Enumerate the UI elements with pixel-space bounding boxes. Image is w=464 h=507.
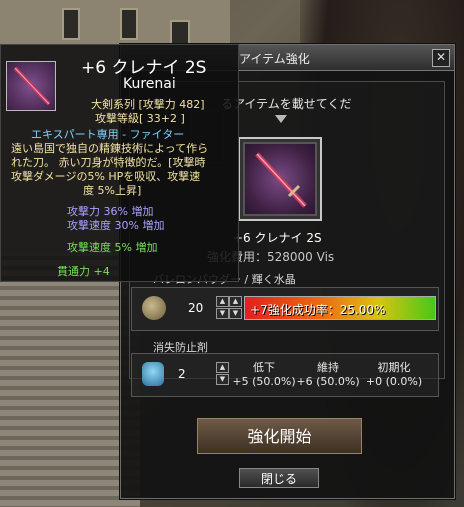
material-up-button-2[interactable]: ▲ (229, 296, 242, 307)
option-reset-value: +0 (0.0%) (365, 375, 423, 388)
material-row: 20 ▲ ▼ ▲ ▼ +7強化成功率：25.00% (131, 287, 439, 331)
tooltip-stat: 攻撃速度 30% 増加 (67, 219, 165, 232)
success-rate-bar: +7強化成功率：25.00% (244, 296, 436, 320)
instruction-text: るアイテムを載せてくだ (221, 97, 352, 111)
close-icon[interactable]: ✕ (432, 49, 450, 67)
protection-row: 2 ▲ ▼ 低下 +5 (50.0%) 維持 +6 (50.0%) 初期化 +0… (131, 353, 439, 397)
building-window (62, 8, 80, 40)
success-rate-text: +7強化成功率：25.00% (250, 303, 386, 317)
material-down-button[interactable]: ▼ (216, 308, 229, 319)
stairs (0, 250, 140, 507)
building-window (120, 8, 138, 40)
option-reset-label: 初期化 (377, 361, 411, 374)
protection-count: 2 (178, 367, 186, 381)
close-button[interactable]: 閉じる (239, 468, 319, 488)
item-slot[interactable] (238, 137, 322, 221)
item-tooltip: +6 クレナイ 2S Kurenai 大剣系列 [攻撃力 482] 攻撃等級[ … (0, 44, 239, 282)
start-enhance-button[interactable]: 強化開始 (197, 418, 362, 454)
sword-icon (245, 144, 315, 214)
tooltip-stat: 攻撃速度 5% 増加 (67, 241, 158, 254)
tooltip-subtitle: Kurenai (123, 76, 176, 92)
potion-icon (142, 362, 164, 386)
material-up-button[interactable]: ▲ (216, 296, 229, 307)
tooltip-title: +6 クレナイ 2S (81, 58, 207, 78)
arrow-down-icon (275, 115, 287, 123)
powder-bag-icon (142, 296, 166, 320)
material-down-button-2[interactable]: ▼ (229, 308, 242, 319)
material-count: 20 (188, 301, 204, 315)
tooltip-grade: 攻撃等級[ 33+2 ] (95, 112, 185, 125)
sword-icon (6, 61, 56, 111)
item-name: +6 クレナイ 2S (233, 231, 322, 245)
tooltip-stat: 貫通力 +4 (57, 265, 110, 278)
window-title: アイテム強化 (239, 52, 310, 66)
tooltip-desc-line: 度 5%上昇] (83, 184, 142, 197)
